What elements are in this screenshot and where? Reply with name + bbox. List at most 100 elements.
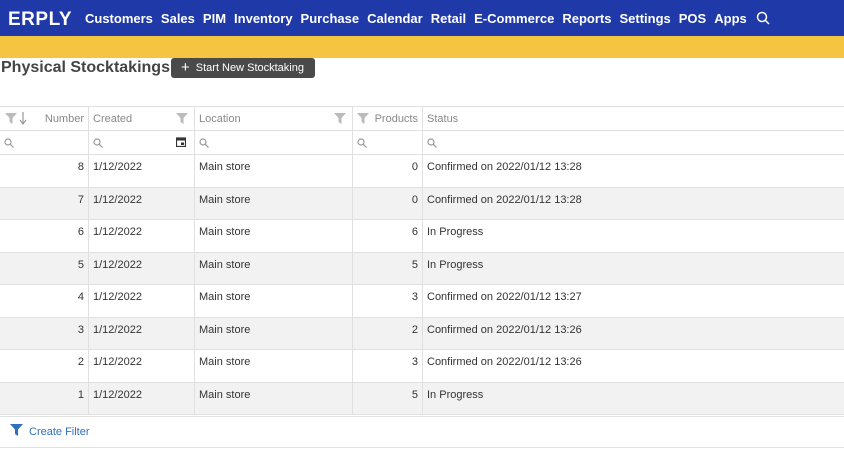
- create-filter-link[interactable]: Create Filter: [29, 426, 90, 438]
- search-icon: [4, 137, 14, 148]
- column-header-created[interactable]: Created: [89, 107, 195, 130]
- cell-location: Main store: [195, 285, 353, 317]
- column-label-number: Number: [44, 112, 84, 125]
- filter-input-location[interactable]: [195, 131, 353, 154]
- main-nav: Customers Sales PIM Inventory Purchase C…: [85, 10, 772, 26]
- table-row[interactable]: 5 1/12/2022 Main store 5 In Progress: [0, 252, 844, 285]
- cell-created: 1/12/2022: [89, 317, 195, 349]
- nav-purchase[interactable]: Purchase: [301, 11, 360, 26]
- cell-products: 5: [353, 382, 423, 414]
- cell-number: 8: [0, 155, 89, 187]
- top-nav-bar: ERPLY Customers Sales PIM Inventory Purc…: [0, 0, 844, 36]
- cell-status: Confirmed on 2022/01/12 13:27: [427, 291, 582, 303]
- column-header-status[interactable]: Status: [423, 107, 844, 130]
- cell-number: 1: [0, 382, 89, 414]
- cell-products: 6: [353, 220, 423, 252]
- filter-input-products[interactable]: [353, 131, 423, 154]
- cell-number: 7: [0, 187, 89, 219]
- page-title: Physical Stocktakings: [1, 59, 170, 76]
- search-icon: [427, 137, 437, 148]
- search-icon: [357, 137, 367, 148]
- start-new-stocktaking-label: Start New Stocktaking: [195, 62, 304, 74]
- nav-pim[interactable]: PIM: [203, 11, 226, 26]
- calendar-icon[interactable]: [175, 137, 187, 150]
- table-row[interactable]: 6 1/12/2022 Main store 6 In Progress: [0, 220, 844, 253]
- column-header-location[interactable]: Location: [195, 107, 353, 130]
- erply-logo[interactable]: ERPLY: [8, 6, 76, 30]
- cell-location: Main store: [195, 382, 353, 414]
- nav-pos[interactable]: POS: [679, 11, 706, 26]
- cell-created: 1/12/2022: [89, 350, 195, 382]
- nav-retail[interactable]: Retail: [431, 11, 466, 26]
- search-icon: [93, 137, 103, 148]
- filter-input-number[interactable]: [0, 131, 89, 154]
- filter-icon[interactable]: [176, 113, 188, 127]
- cell-products: 0: [353, 187, 423, 219]
- nav-apps[interactable]: Apps: [714, 11, 747, 26]
- nav-inventory[interactable]: Inventory: [234, 11, 293, 26]
- search-icon: [199, 137, 209, 148]
- filter-input-status[interactable]: [423, 131, 844, 154]
- cell-products: 2: [353, 317, 423, 349]
- cell-status: In Progress: [427, 388, 484, 401]
- column-label-products: Products: [374, 112, 418, 125]
- cell-status: Confirmed on 2022/01/12 13:28: [427, 193, 582, 206]
- column-label-location: Location: [199, 112, 241, 125]
- cell-status: Confirmed on 2022/01/12 13:28: [427, 161, 582, 173]
- search-icon[interactable]: [756, 10, 772, 26]
- table-row[interactable]: 7 1/12/2022 Main store 0 Confirmed on 20…: [0, 187, 844, 220]
- cell-created: 1/12/2022: [89, 382, 195, 414]
- cell-status: In Progress: [427, 258, 484, 271]
- cell-products: 3: [353, 285, 423, 317]
- column-header-products[interactable]: Products: [353, 107, 423, 130]
- cell-products: 5: [353, 252, 423, 284]
- column-header-number[interactable]: Number: [0, 107, 89, 130]
- nav-sales[interactable]: Sales: [161, 11, 195, 26]
- cell-status: In Progress: [427, 226, 484, 238]
- cell-created: 1/12/2022: [89, 155, 195, 187]
- svg-text:ERPLY: ERPLY: [8, 9, 72, 29]
- cell-status: Confirmed on 2022/01/12 13:26: [427, 323, 582, 336]
- cell-created: 1/12/2022: [89, 252, 195, 284]
- filter-icon[interactable]: [334, 113, 346, 127]
- nav-calendar[interactable]: Calendar: [367, 11, 423, 26]
- cell-location: Main store: [195, 220, 353, 252]
- filter-icon[interactable]: [5, 113, 17, 127]
- table-footer: Create Filter: [0, 416, 844, 448]
- table-row[interactable]: 3 1/12/2022 Main store 2 Confirmed on 20…: [0, 317, 844, 350]
- cell-location: Main store: [195, 317, 353, 349]
- cell-created: 1/12/2022: [89, 220, 195, 252]
- start-new-stocktaking-button[interactable]: + Start New Stocktaking: [171, 58, 315, 78]
- table-header: Number Created Location Products Status: [0, 106, 844, 131]
- filter-row: [0, 131, 844, 155]
- table-row[interactable]: 2 1/12/2022 Main store 3 Confirmed on 20…: [0, 350, 844, 383]
- nav-settings[interactable]: Settings: [619, 11, 670, 26]
- sort-down-icon[interactable]: [19, 111, 27, 128]
- nav-ecommerce[interactable]: E-Commerce: [474, 11, 554, 26]
- filter-icon[interactable]: [10, 423, 23, 441]
- erply-logo-icon: ERPLY: [8, 9, 72, 29]
- column-label-status: Status: [427, 112, 459, 125]
- cell-number: 2: [0, 350, 89, 382]
- cell-products: 3: [353, 350, 423, 382]
- nav-reports[interactable]: Reports: [562, 11, 611, 26]
- cell-created: 1/12/2022: [89, 285, 195, 317]
- stocktakings-table: Number Created Location Products Status: [0, 106, 844, 415]
- table-row[interactable]: 4 1/12/2022 Main store 3 Confirmed on 20…: [0, 285, 844, 318]
- cell-number: 3: [0, 317, 89, 349]
- cell-location: Main store: [195, 155, 353, 187]
- plus-icon: +: [181, 59, 190, 76]
- nav-customers[interactable]: Customers: [85, 11, 153, 26]
- cell-number: 5: [0, 252, 89, 284]
- cell-location: Main store: [195, 350, 353, 382]
- title-row: Physical Stocktakings + Start New Stockt…: [0, 58, 844, 78]
- filter-icon[interactable]: [357, 113, 369, 127]
- table-row[interactable]: 1 1/12/2022 Main store 5 In Progress: [0, 382, 844, 415]
- table-row[interactable]: 8 1/12/2022 Main store 0 Confirmed on 20…: [0, 155, 844, 188]
- cell-location: Main store: [195, 252, 353, 284]
- cell-status: Confirmed on 2022/01/12 13:26: [427, 356, 582, 368]
- filter-input-created[interactable]: [89, 131, 195, 154]
- accent-bar: [0, 36, 844, 58]
- cell-location: Main store: [195, 187, 353, 219]
- cell-number: 4: [0, 285, 89, 317]
